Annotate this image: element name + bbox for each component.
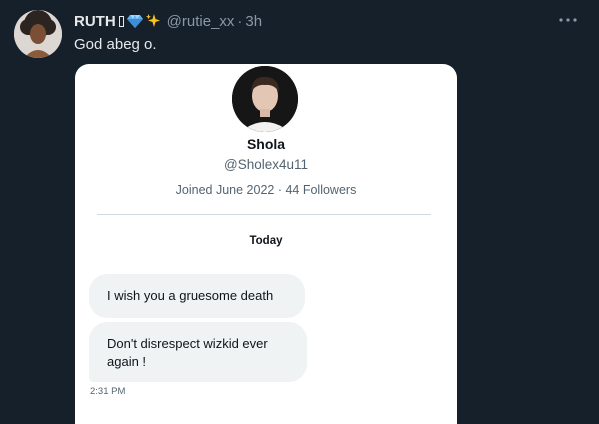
box-glyph-icon: [118, 15, 124, 27]
dm-day-label: Today: [249, 235, 283, 247]
dm-profile-name: Shola: [246, 136, 286, 152]
divider: [97, 214, 431, 215]
tweet[interactable]: RUTH @rutie_xx · 3h God abeg o. Shola @S…: [0, 0, 599, 424]
author-avatar[interactable]: [14, 10, 62, 58]
tweet-header: RUTH @rutie_xx · 3h: [74, 11, 262, 31]
message-bubble: I wish you a gruesome death: [89, 274, 305, 318]
tweet-media-image[interactable]: Shola @Sholex4u11 Joined June 2022 · 44 …: [75, 64, 457, 424]
tweet-timestamp[interactable]: 3h: [245, 13, 262, 30]
dm-profile-handle: @Sholex4u11: [223, 157, 308, 172]
gem-icon: [126, 14, 143, 28]
message-bubble: Don't disrespect wizkid ever again !: [89, 322, 307, 382]
dm-profile-meta: Joined June 2022 · 44 Followers: [175, 183, 357, 197]
author-handle[interactable]: @rutie_xx: [167, 13, 235, 30]
dm-profile-avatar: [232, 66, 298, 132]
author-name[interactable]: RUTH: [74, 13, 116, 30]
more-horizontal-icon[interactable]: [557, 10, 579, 30]
sparkles-icon: [145, 13, 161, 29]
separator: ·: [237, 12, 243, 30]
tweet-text: God abeg o.: [74, 36, 157, 53]
author-avatar-image: [14, 10, 62, 58]
message-timestamp: 2:31 PM: [90, 386, 126, 397]
